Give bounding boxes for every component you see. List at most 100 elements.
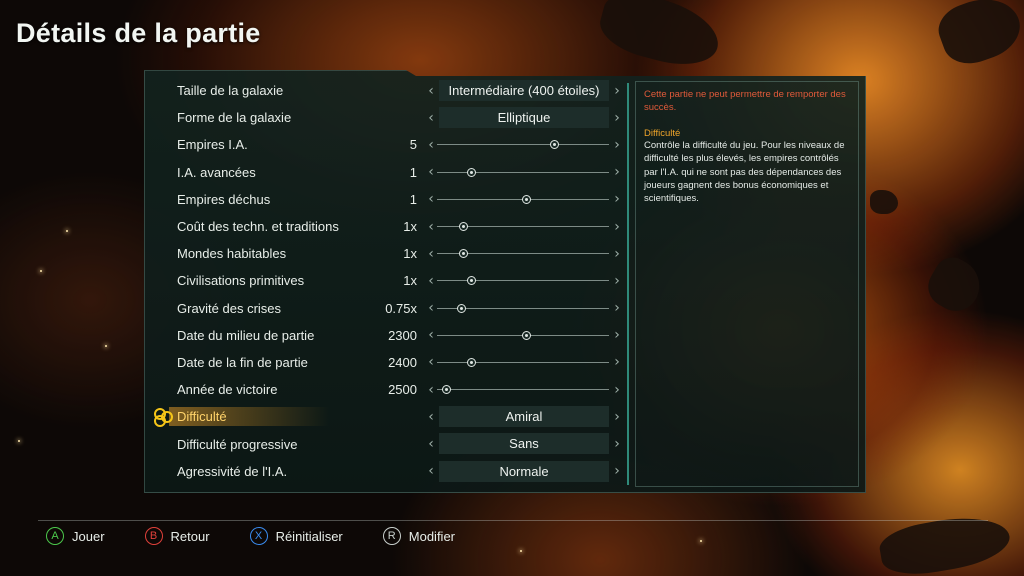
asteroid: [920, 250, 990, 320]
setting-value: 1x: [403, 273, 417, 289]
slider-handle[interactable]: [467, 276, 477, 286]
chevron-left-icon[interactable]: ‹: [425, 272, 437, 290]
chevron-left-icon[interactable]: ‹: [425, 435, 437, 453]
slider-track[interactable]: [437, 389, 609, 391]
chevron-right-icon[interactable]: ›: [611, 272, 623, 290]
slider-handle[interactable]: [441, 385, 451, 395]
info-description: Contrôle la difficulté du jeu. Pour les …: [644, 140, 845, 205]
chevron-right-icon[interactable]: ›: [611, 408, 623, 426]
setting-select[interactable]: Intermédiaire (400 étoiles): [439, 80, 609, 101]
selection-cursor-icon: [154, 408, 173, 428]
chevron-right-icon[interactable]: ›: [611, 353, 623, 371]
slider-handle[interactable]: [522, 194, 532, 204]
setting-label: Date du milieu de partie: [177, 327, 315, 343]
setting-row[interactable]: Difficulté ‹ Amiral ›: [154, 403, 625, 430]
asteroid: [870, 190, 898, 214]
chevron-right-icon[interactable]: ›: [611, 381, 623, 399]
setting-row[interactable]: Date de la fin de partie ‹ 2400 ›: [159, 349, 625, 376]
chevron-left-icon[interactable]: ‹: [425, 218, 437, 236]
setting-row[interactable]: Taille de la galaxie ‹ Intermédiaire (400 …: [159, 77, 625, 104]
slider-handle[interactable]: [458, 221, 468, 231]
setting-value: 1: [409, 164, 417, 180]
setting-row[interactable]: Difficulté progressive ‹ Sans ›: [159, 430, 625, 457]
star: [105, 345, 107, 347]
setting-label: Empires déchus: [177, 191, 271, 207]
setting-row[interactable]: Année de victoire ‹ 2500 ›: [159, 376, 625, 403]
chevron-left-icon[interactable]: ‹: [425, 381, 437, 399]
footer-divider: [38, 520, 988, 521]
chevron-right-icon[interactable]: ›: [611, 163, 623, 181]
slider-handle[interactable]: [467, 167, 477, 177]
chevron-right-icon[interactable]: ›: [611, 299, 623, 317]
footer-button[interactable]: X Réinitialiser: [249, 527, 343, 545]
footer-button-label: Jouer: [72, 528, 105, 544]
chevron-left-icon[interactable]: ‹: [425, 299, 437, 317]
setting-row[interactable]: I.A. avancées ‹ 1 ›: [159, 159, 625, 186]
setting-value: 5: [409, 137, 417, 153]
warning-text: Cette partie ne peut permettre de rempor…: [644, 89, 846, 113]
chevron-right-icon[interactable]: ›: [611, 82, 623, 100]
footer-button-label: Retour: [170, 528, 210, 544]
setting-select[interactable]: Sans: [439, 433, 609, 455]
star: [40, 270, 42, 272]
setting-label: Difficulté progressive: [177, 436, 298, 452]
star: [700, 540, 702, 542]
slider-track[interactable]: [437, 280, 609, 282]
setting-label: I.A. avancées: [177, 164, 256, 180]
panel-divider: [627, 83, 629, 485]
setting-value: 1x: [403, 246, 417, 262]
slider-handle[interactable]: [549, 140, 559, 150]
chevron-right-icon[interactable]: ›: [611, 136, 623, 154]
setting-row[interactable]: Empires I.A. ‹ 5 ›: [159, 131, 625, 158]
setting-select[interactable]: Elliptique: [439, 107, 609, 129]
setting-label: Date de la fin de partie: [177, 354, 308, 370]
footer-button[interactable]: R Modifier: [382, 527, 455, 545]
footer-button[interactable]: A Jouer: [46, 527, 105, 545]
slider-handle[interactable]: [467, 357, 477, 367]
chevron-left-icon[interactable]: ‹: [425, 109, 437, 127]
info-panel: Cette partie ne peut permettre de rempor…: [635, 81, 859, 487]
footer-button[interactable]: B Retour: [144, 527, 210, 545]
setting-label: Civilisations primitives: [177, 273, 305, 289]
chevron-right-icon[interactable]: ›: [611, 245, 623, 263]
setting-row[interactable]: Mondes habitables ‹ 1x ›: [159, 240, 625, 267]
slider-handle[interactable]: [458, 249, 468, 259]
slider-track[interactable]: [437, 171, 609, 173]
chevron-left-icon[interactable]: ‹: [425, 353, 437, 371]
star: [18, 440, 20, 442]
setting-row[interactable]: Gravité des crises ‹ 0.75x ›: [159, 295, 625, 322]
setting-row[interactable]: Date du milieu de partie ‹ 2300 ›: [159, 322, 625, 349]
slider-handle[interactable]: [522, 330, 532, 340]
chevron-right-icon[interactable]: ›: [611, 326, 623, 344]
chevron-left-icon[interactable]: ‹: [425, 136, 437, 154]
setting-label: Coût des techn. et traditions: [177, 219, 339, 235]
chevron-left-icon[interactable]: ‹: [425, 408, 437, 426]
chevron-right-icon[interactable]: ›: [611, 190, 623, 208]
chevron-left-icon[interactable]: ‹: [425, 163, 437, 181]
setting-select[interactable]: Normale: [439, 460, 609, 482]
setting-row[interactable]: Agressivité de l'I.A. ‹ Normale ›: [159, 458, 625, 485]
slider-track[interactable]: [437, 144, 609, 146]
setting-row[interactable]: Civilisations primitives ‹ 1x ›: [159, 267, 625, 294]
b-button-icon: B: [144, 527, 163, 545]
chevron-left-icon[interactable]: ‹: [425, 82, 437, 100]
chevron-left-icon[interactable]: ‹: [425, 326, 437, 344]
chevron-left-icon[interactable]: ‹: [425, 245, 437, 263]
slider-handle[interactable]: [457, 303, 467, 313]
settings-list: Taille de la galaxie ‹ Intermédiaire (400 …: [154, 77, 625, 485]
chevron-left-icon[interactable]: ‹: [425, 462, 437, 480]
setting-value: 2400: [388, 354, 417, 370]
chevron-right-icon[interactable]: ›: [611, 109, 623, 127]
setting-row[interactable]: Empires déchus ‹ 1 ›: [159, 186, 625, 213]
info-title: Difficulté: [644, 128, 681, 139]
chevron-right-icon[interactable]: ›: [611, 218, 623, 236]
x-button-icon: X: [249, 527, 268, 545]
setting-row[interactable]: Forme de la galaxie ‹ Elliptique ›: [159, 104, 625, 131]
chevron-right-icon[interactable]: ›: [611, 435, 623, 453]
setting-select[interactable]: Amiral: [439, 406, 609, 428]
slider-track[interactable]: [437, 361, 609, 363]
star: [66, 230, 68, 232]
setting-row[interactable]: Coût des techn. et traditions ‹ 1x ›: [159, 213, 625, 240]
chevron-right-icon[interactable]: ›: [611, 462, 623, 480]
chevron-left-icon[interactable]: ‹: [425, 190, 437, 208]
